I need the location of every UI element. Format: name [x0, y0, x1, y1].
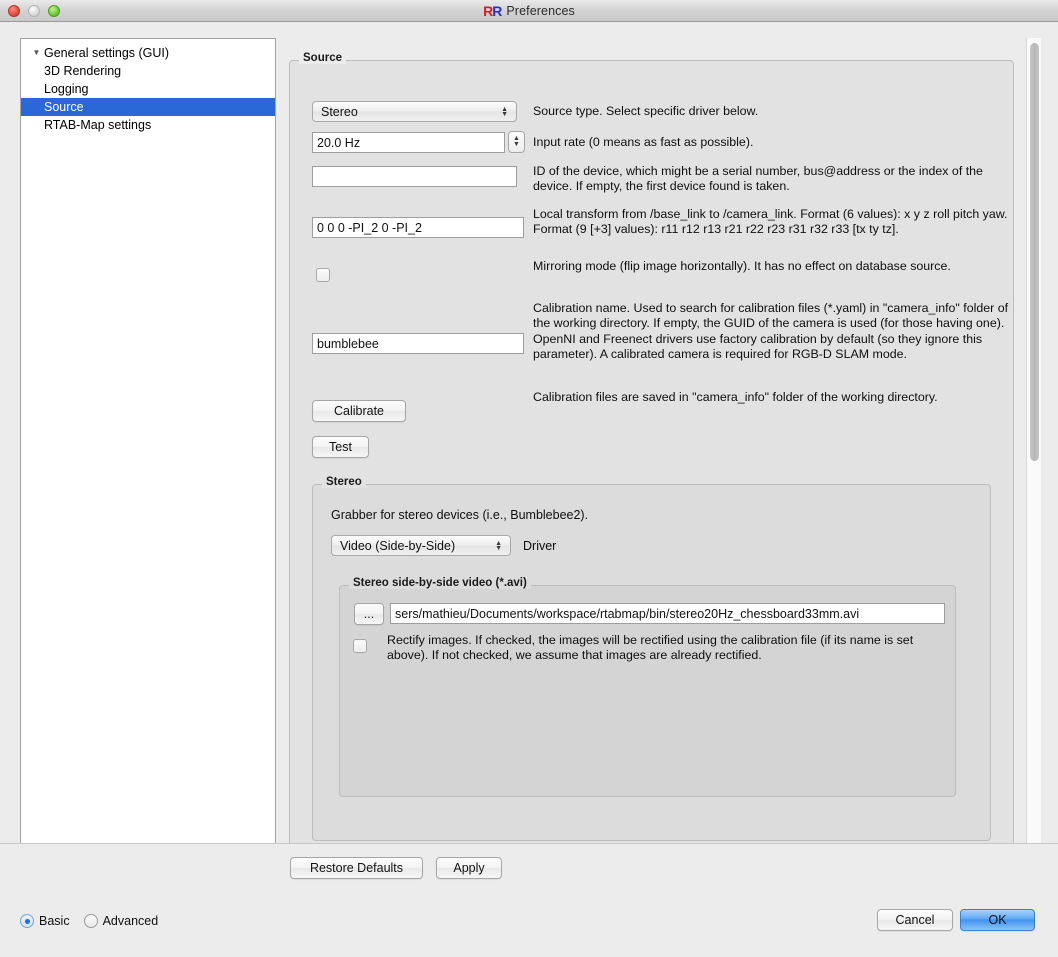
video-path-value: sers/mathieu/Documents/workspace/rtabmap… [395, 606, 860, 621]
stepper-updown-icon[interactable]: ▲ ▼ [508, 131, 525, 153]
chevron-updown-icon: ▲ ▼ [501, 105, 508, 118]
mode-advanced-radio[interactable]: Advanced [83, 914, 159, 928]
source-groupbox: Source Stereo ▲ ▼ Source type. Select spe… [289, 52, 1014, 843]
minimize-window-button[interactable] [28, 4, 40, 17]
chevron-down-icon[interactable]: ▼ [29, 49, 44, 57]
calibration-name-value: bumblebee [317, 336, 379, 351]
tree-item-label: RTAB-Map settings [44, 118, 152, 132]
input-rate-stepper[interactable]: ▲ ▼ [505, 131, 525, 153]
cancel-label: Cancel [895, 913, 935, 927]
maximize-window-button[interactable] [48, 4, 60, 17]
restore-defaults-button[interactable]: Restore Defaults [290, 857, 423, 879]
mode-basic-radio[interactable]: Basic [20, 914, 70, 928]
local-transform-input[interactable]: 0 0 0 -PI_2 0 -PI_2 [312, 217, 524, 238]
stereo-driver-value: Video (Side-by-Side) [340, 538, 456, 553]
device-id-input[interactable] [312, 166, 517, 187]
calibrate-button-label: Calibrate [333, 404, 385, 418]
stereo-video-groupbox: Stereo side-by-side video (*.avi) ... se… [339, 577, 956, 797]
close-window-button[interactable] [8, 4, 20, 17]
mode-advanced-label: Advanced [102, 914, 159, 928]
input-rate-value: 20.0 Hz [317, 135, 361, 150]
local-transform-value: 0 0 0 -PI_2 0 -PI_2 [317, 220, 422, 235]
stereo-groupbox: Stereo Grabber for stereo devices (i.e.,… [312, 476, 991, 841]
browse-file-button[interactable]: ... [354, 603, 384, 625]
settings-content-pane: Source Stereo ▲ ▼ Source type. Select spe… [283, 38, 1020, 843]
mode-basic-label: Basic [39, 914, 70, 928]
stereo-driver-combobox[interactable]: Video (Side-by-Side) ▲ ▼ [331, 535, 511, 556]
tree-item-general-settings[interactable]: ▼ General settings (GUI) [21, 44, 275, 62]
dialog-footer: Restore Defaults Apply Basic Advanced Ca… [0, 843, 1058, 957]
ok-label: OK [988, 913, 1007, 927]
rtabmap-logo-icon: RR [483, 3, 502, 19]
video-path-input[interactable]: sers/mathieu/Documents/workspace/rtabmap… [390, 603, 945, 624]
scrollbar-thumb[interactable] [1030, 43, 1039, 461]
radio-unselected-icon[interactable] [83, 914, 98, 928]
tree-item-rtabmap-settings[interactable]: RTAB-Map settings [21, 116, 275, 134]
tree-item-label: Logging [44, 82, 89, 96]
source-type-value: Stereo [321, 104, 358, 119]
chevron-updown-icon: ▲ ▼ [495, 539, 502, 552]
source-groupbox-title: Source [299, 52, 346, 64]
local-transform-description: Local transform from /base_link to /came… [533, 207, 1008, 237]
stereo-video-groupbox-title: Stereo side-by-side video (*.avi) [349, 577, 531, 589]
apply-button[interactable]: Apply [436, 857, 502, 879]
tree-item-label: General settings (GUI) [44, 46, 170, 60]
window-controls [8, 4, 60, 17]
test-button[interactable]: Test [312, 436, 369, 458]
stereo-driver-label: Driver [523, 539, 557, 553]
tree-item-source[interactable]: Source [21, 98, 275, 116]
cancel-button[interactable]: Cancel [877, 909, 953, 931]
apply-label: Apply [453, 861, 485, 875]
calibration-name-input[interactable]: bumblebee [312, 333, 524, 354]
mirroring-checkbox[interactable] [316, 268, 330, 282]
calibrate-description: Calibration files are saved in "camera_i… [533, 390, 938, 404]
source-type-combobox[interactable]: Stereo ▲ ▼ [312, 101, 517, 122]
source-type-description: Source type. Select specific driver belo… [533, 104, 759, 118]
ok-button[interactable]: OK [960, 909, 1035, 931]
tree-item-3d-rendering[interactable]: 3D Rendering [21, 62, 275, 80]
rectify-images-description: Rectify images. If checked, the images w… [387, 633, 914, 663]
browse-file-button-label: ... [363, 607, 375, 621]
calibration-name-description: Calibration name. Used to search for cal… [533, 301, 1009, 361]
mirroring-description: Mirroring mode (flip image horizontally)… [533, 259, 951, 273]
calibrate-button[interactable]: Calibrate [312, 400, 406, 422]
tree-item-label: Source [44, 100, 84, 114]
radio-selected-icon[interactable] [20, 914, 34, 928]
input-rate-description: Input rate (0 means as fast as possible)… [533, 135, 754, 149]
settings-tree[interactable]: ▼ General settings (GUI) 3D Rendering Lo… [20, 38, 276, 883]
test-button-label: Test [329, 440, 352, 454]
mode-radio-group[interactable]: Basic Advanced [20, 914, 158, 928]
rectify-images-checkbox[interactable] [353, 639, 367, 653]
tree-item-logging[interactable]: Logging [21, 80, 275, 98]
window-title: Preferences [506, 4, 575, 18]
window-titlebar: RR Preferences [0, 0, 1058, 22]
input-rate-input[interactable]: 20.0 Hz [312, 132, 505, 153]
device-id-description: ID of the device, which might be a seria… [533, 164, 983, 194]
content-scrollbar[interactable] [1026, 38, 1041, 843]
window-title-group: RR Preferences [0, 0, 1058, 22]
restore-defaults-label: Restore Defaults [309, 861, 404, 875]
stereo-grabber-note: Grabber for stereo devices (i.e., Bumble… [331, 508, 589, 522]
stereo-groupbox-title: Stereo [322, 476, 366, 488]
tree-item-label: 3D Rendering [44, 64, 122, 78]
